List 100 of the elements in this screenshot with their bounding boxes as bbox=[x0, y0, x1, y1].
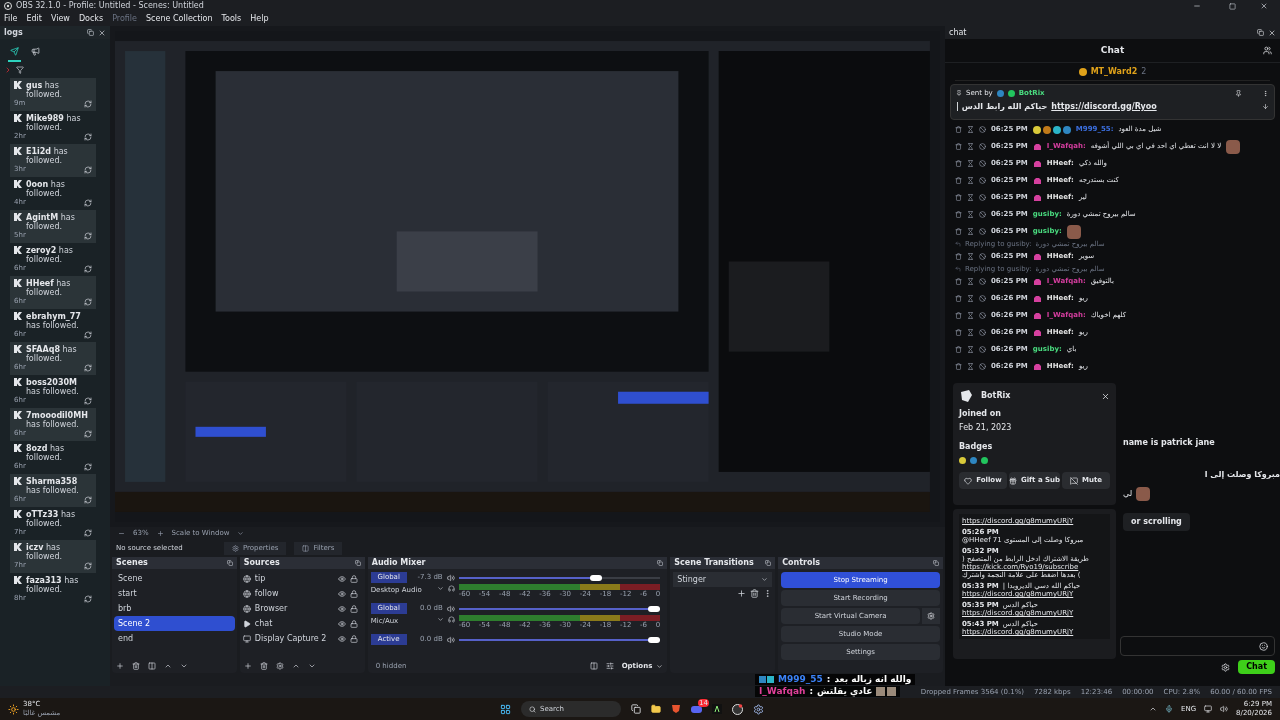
replay-icon[interactable] bbox=[84, 594, 92, 603]
delete-icon[interactable] bbox=[955, 211, 962, 218]
menu-item[interactable]: View bbox=[50, 13, 70, 25]
replay-icon[interactable] bbox=[84, 462, 92, 471]
tray-overflow-icon[interactable] bbox=[1149, 705, 1157, 713]
move-up-icon[interactable] bbox=[164, 662, 172, 670]
close-icon[interactable] bbox=[1260, 2, 1268, 10]
ban-icon[interactable] bbox=[979, 329, 986, 336]
menu-item[interactable]: Help bbox=[250, 13, 269, 25]
lock-icon[interactable] bbox=[349, 589, 358, 598]
delete-icon[interactable] bbox=[955, 126, 962, 133]
scene-item[interactable]: Scene bbox=[114, 571, 235, 586]
menu-item[interactable]: Tools bbox=[221, 13, 242, 25]
close-icon[interactable] bbox=[1101, 391, 1110, 401]
scene-item[interactable]: Scene 2 bbox=[114, 616, 235, 631]
ban-icon[interactable] bbox=[979, 346, 986, 353]
lock-icon[interactable] bbox=[349, 604, 358, 613]
timeout-icon[interactable] bbox=[967, 278, 974, 285]
replay-icon[interactable] bbox=[84, 429, 92, 438]
network-icon[interactable] bbox=[1204, 705, 1213, 713]
users-icon[interactable] bbox=[1263, 46, 1272, 55]
volume-slider[interactable] bbox=[458, 634, 661, 645]
speaker-icon[interactable] bbox=[446, 573, 455, 582]
minimize-icon[interactable] bbox=[1193, 2, 1201, 10]
chevron-icon[interactable] bbox=[4, 66, 12, 74]
delete-icon[interactable] bbox=[259, 662, 268, 670]
replay-icon[interactable] bbox=[84, 132, 92, 141]
delete-icon[interactable] bbox=[955, 363, 962, 370]
monitor-icon[interactable] bbox=[447, 616, 455, 623]
menu-item[interactable]: Scene Collection bbox=[146, 13, 213, 25]
timeout-icon[interactable] bbox=[967, 363, 974, 370]
pinned-link[interactable]: https://discord.gg/Ryoo bbox=[1051, 100, 1157, 113]
delete-icon[interactable] bbox=[955, 194, 962, 201]
scroll-paused-pill[interactable]: or scrolling bbox=[1123, 513, 1190, 531]
ban-icon[interactable] bbox=[979, 126, 986, 133]
shield-icon[interactable] bbox=[671, 704, 681, 714]
scene-item[interactable]: end bbox=[114, 631, 235, 646]
layout-icon[interactable] bbox=[589, 662, 598, 670]
menu-item[interactable]: Edit bbox=[26, 13, 42, 25]
dropdown-icon[interactable] bbox=[436, 585, 444, 592]
ban-icon[interactable] bbox=[979, 228, 986, 235]
timeout-icon[interactable] bbox=[967, 143, 974, 150]
ban-icon[interactable] bbox=[979, 177, 986, 184]
menu-item[interactable]: Docks bbox=[78, 13, 104, 25]
source-item[interactable]: Display Capture 2 bbox=[254, 632, 334, 645]
float-icon[interactable] bbox=[933, 560, 939, 566]
emoji-icon[interactable] bbox=[1259, 641, 1268, 651]
delete-icon[interactable] bbox=[955, 312, 962, 319]
replay-icon[interactable] bbox=[84, 297, 92, 306]
timeout-icon[interactable] bbox=[967, 126, 974, 133]
source-item[interactable]: chat bbox=[254, 617, 334, 630]
timeout-icon[interactable] bbox=[967, 160, 974, 167]
pin-icon[interactable] bbox=[1235, 89, 1242, 97]
source-item[interactable]: tip bbox=[254, 572, 334, 585]
timeout-icon[interactable] bbox=[967, 312, 974, 319]
float-icon[interactable] bbox=[87, 29, 94, 36]
ban-icon[interactable] bbox=[979, 278, 986, 285]
move-down-icon[interactable] bbox=[180, 662, 188, 670]
replay-icon[interactable] bbox=[84, 264, 92, 273]
volume-icon[interactable] bbox=[1220, 705, 1229, 713]
advanced-icon[interactable] bbox=[605, 662, 614, 670]
visibility-icon[interactable] bbox=[337, 619, 346, 628]
delete-icon[interactable] bbox=[955, 160, 962, 167]
delete-icon[interactable] bbox=[132, 662, 140, 670]
ban-icon[interactable] bbox=[979, 295, 986, 302]
source-item[interactable]: follow bbox=[254, 587, 334, 600]
lock-icon[interactable] bbox=[349, 619, 358, 628]
ban-icon[interactable] bbox=[979, 312, 986, 319]
task-view-icon[interactable] bbox=[631, 704, 641, 714]
speaker-icon[interactable] bbox=[446, 604, 455, 613]
ban-icon[interactable] bbox=[979, 160, 986, 167]
dropdown-icon[interactable] bbox=[436, 616, 444, 623]
microphone-icon[interactable] bbox=[1165, 705, 1173, 713]
replay-icon[interactable] bbox=[84, 198, 92, 207]
replay-icon[interactable] bbox=[84, 396, 92, 405]
ban-icon[interactable] bbox=[979, 363, 986, 370]
replay-icon[interactable] bbox=[84, 363, 92, 372]
delete-icon[interactable] bbox=[955, 295, 962, 302]
maximize-icon[interactable] bbox=[1229, 2, 1236, 10]
delete-icon[interactable] bbox=[750, 589, 760, 598]
terminal-app-icon[interactable] bbox=[712, 704, 722, 714]
ban-icon[interactable] bbox=[979, 253, 986, 260]
ban-icon[interactable] bbox=[979, 143, 986, 150]
dropdown-icon[interactable] bbox=[237, 529, 245, 537]
ban-icon[interactable] bbox=[979, 194, 986, 201]
monitor-icon[interactable] bbox=[447, 585, 455, 592]
timeout-icon[interactable] bbox=[967, 295, 974, 302]
replay-icon[interactable] bbox=[84, 495, 92, 504]
timeout-icon[interactable] bbox=[967, 194, 974, 201]
move-down-icon[interactable] bbox=[307, 662, 316, 670]
visibility-icon[interactable] bbox=[337, 574, 346, 583]
replay-icon[interactable] bbox=[84, 99, 92, 108]
timeout-icon[interactable] bbox=[967, 329, 974, 336]
add-icon[interactable] bbox=[116, 662, 124, 670]
zoom-in-icon[interactable] bbox=[156, 529, 164, 537]
timeout-icon[interactable] bbox=[967, 346, 974, 353]
delete-icon[interactable] bbox=[955, 228, 962, 235]
add-icon[interactable] bbox=[243, 662, 252, 670]
volume-slider[interactable] bbox=[458, 603, 661, 614]
settings-button[interactable] bbox=[922, 608, 940, 624]
